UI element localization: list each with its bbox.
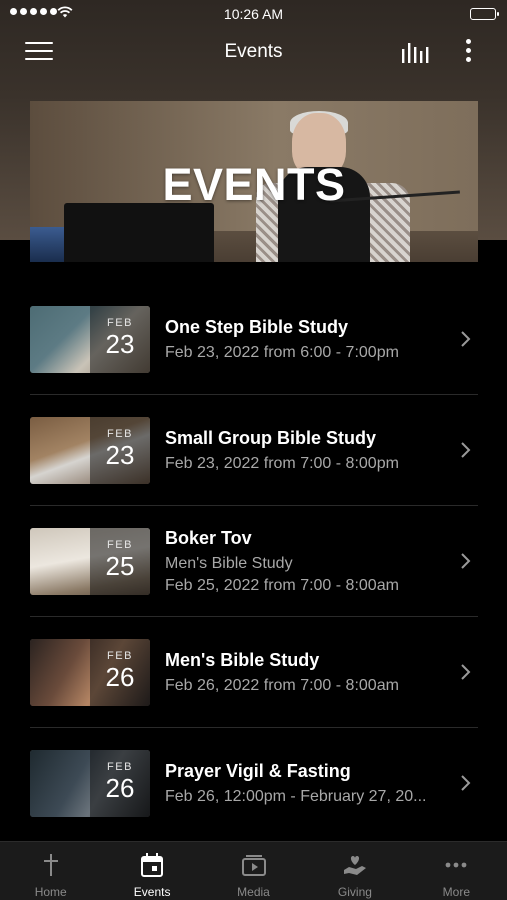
event-day: 23 [105, 440, 135, 470]
audio-bars-icon[interactable] [400, 41, 430, 63]
tab-more[interactable]: More [406, 842, 507, 900]
event-title: Small Group Bible Study [165, 428, 377, 448]
event-month: FEB [107, 317, 133, 329]
date-badge: FEB 26 [90, 639, 150, 706]
event-row[interactable]: FEB 26 Men's Bible Study Feb 26, 2022 fr… [30, 617, 478, 728]
event-thumbnail: FEB 23 [30, 306, 150, 373]
date-badge: FEB 26 [90, 750, 150, 817]
page-title: Events [224, 41, 283, 62]
event-day: 25 [105, 551, 135, 581]
event-subtitle: Men's Bible Study [165, 555, 293, 572]
event-thumbnail: FEB 26 [30, 639, 150, 706]
chevron-right-icon [461, 331, 471, 347]
event-datetime: Feb 25, 2022 from 7:00 - 8:00am [165, 577, 399, 594]
cross-icon [43, 854, 58, 876]
battery-icon [470, 8, 499, 20]
status-bar: 10:26 AM [0, 0, 507, 28]
status-time: 10:26 AM [223, 6, 284, 22]
tab-label: Giving [337, 885, 372, 899]
date-badge: FEB 23 [90, 306, 150, 373]
event-datetime: Feb 23, 2022 from 7:00 - 8:00pm [165, 455, 399, 472]
event-row[interactable]: FEB 23 One Step Bible Study Feb 23, 2022… [30, 284, 478, 395]
event-day: 23 [105, 329, 135, 359]
event-title: Boker Tov [165, 528, 252, 548]
event-month: FEB [107, 650, 133, 662]
event-datetime: Feb 23, 2022 from 6:00 - 7:00pm [165, 344, 399, 361]
event-row[interactable]: FEB 23 Small Group Bible Study Feb 23, 2… [30, 395, 478, 506]
event-day: 26 [105, 773, 135, 803]
event-title: Men's Bible Study [165, 650, 320, 670]
event-datetime: Feb 26, 12:00pm - February 27, 20... [165, 788, 427, 805]
event-month: FEB [107, 761, 133, 773]
banner-title: EVENTS [162, 159, 346, 210]
event-thumbnail: FEB 25 [30, 528, 150, 595]
more-dots-icon [445, 862, 467, 868]
events-banner: EVENTS [30, 101, 478, 262]
nav-bar: Events [0, 28, 507, 78]
date-badge: FEB 25 [90, 528, 150, 595]
tab-label: Events [133, 885, 171, 899]
media-icon [241, 855, 266, 876]
chevron-right-icon [461, 553, 471, 569]
chevron-right-icon [461, 442, 471, 458]
more-vertical-icon[interactable] [462, 39, 474, 67]
tab-giving[interactable]: Giving [304, 842, 405, 900]
tab-label: More [442, 885, 470, 899]
tab-media[interactable]: Media [203, 842, 304, 900]
tab-label: Home [34, 885, 67, 899]
event-row[interactable]: FEB 26 Prayer Vigil & Fasting Feb 26, 12… [30, 728, 478, 839]
event-month: FEB [107, 428, 133, 440]
chevron-right-icon [461, 775, 471, 791]
event-title: Prayer Vigil & Fasting [165, 761, 351, 781]
tab-events[interactable]: Events [101, 842, 202, 900]
tab-home[interactable]: Home [0, 842, 101, 900]
giving-hand-icon [343, 856, 366, 875]
event-month: FEB [107, 539, 133, 551]
tab-label: Media [237, 885, 270, 899]
event-thumbnail: FEB 26 [30, 750, 150, 817]
event-row[interactable]: FEB 25 Boker Tov Men's Bible Study Feb 2… [30, 506, 478, 617]
chevron-right-icon [461, 664, 471, 680]
event-list: FEB 23 One Step Bible Study Feb 23, 2022… [30, 284, 478, 839]
calendar-icon [141, 853, 164, 877]
date-badge: FEB 23 [90, 417, 150, 484]
event-title: One Step Bible Study [165, 317, 349, 337]
event-day: 26 [105, 662, 135, 692]
event-datetime: Feb 26, 2022 from 7:00 - 8:00am [165, 677, 399, 694]
event-thumbnail: FEB 23 [30, 417, 150, 484]
tab-bar: Home Events Media Giving More [0, 841, 507, 900]
